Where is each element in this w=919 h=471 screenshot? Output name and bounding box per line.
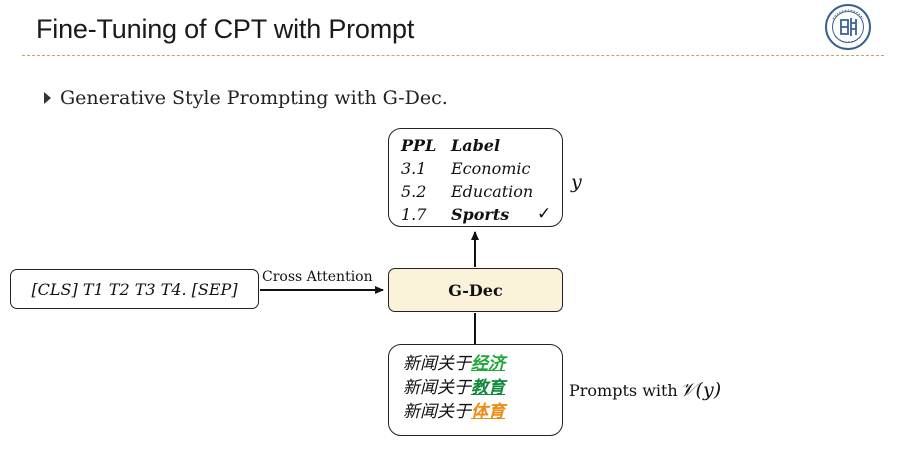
label-header: Label: [451, 136, 501, 155]
prompt-prefix: 新闻关于: [403, 378, 471, 398]
prompt-row: 新闻关于经济: [403, 352, 562, 376]
label-row: 5.2 Education: [401, 180, 562, 203]
prompt-box: 新闻关于经济 新闻关于教育 新闻关于体育: [388, 344, 563, 436]
verbalizer-math: 𝒱(y): [679, 379, 722, 401]
input-sequence-text: [CLS] T1 T2 T3 T4. [SEP]: [31, 279, 238, 299]
label-row-selected: 1.7 Sports ✓: [401, 203, 562, 226]
ppl-value: 3.1: [401, 159, 427, 178]
prompt-row: 新闻关于教育: [403, 376, 562, 400]
prompt-row: 新闻关于体育: [403, 400, 562, 424]
prompt-label-word: 体育: [471, 402, 505, 422]
label-row: 3.1 Economic: [401, 157, 562, 180]
prompts-with-text: Prompts with: [569, 381, 678, 400]
label-value: Sports: [451, 205, 510, 224]
ppl-value: 1.7: [401, 205, 427, 224]
label-ppl-box: PPL Label 3.1 Economic 5.2 Education 1.7…: [388, 128, 563, 227]
gdec-box: G-Dec: [388, 268, 563, 312]
y-label: y: [571, 171, 582, 193]
label-value: Education: [451, 182, 534, 201]
ppl-header: PPL: [401, 136, 437, 155]
label-value: Economic: [451, 159, 531, 178]
gdec-label: G-Dec: [448, 280, 503, 300]
prompt-prefix: 新闻关于: [403, 402, 471, 422]
prompts-with-label: Prompts with 𝒱(y): [569, 379, 721, 401]
cross-attention-label: Cross Attention: [262, 269, 373, 285]
prompt-label-word: 教育: [471, 378, 505, 398]
input-sequence-box: [CLS] T1 T2 T3 T4. [SEP]: [10, 269, 259, 309]
prompt-prefix: 新闻关于: [403, 354, 471, 374]
label-box-header: PPL Label: [401, 134, 562, 157]
ppl-value: 5.2: [401, 182, 427, 201]
prompt-label-word: 经济: [471, 354, 505, 374]
checkmark-icon: ✓: [537, 204, 552, 224]
